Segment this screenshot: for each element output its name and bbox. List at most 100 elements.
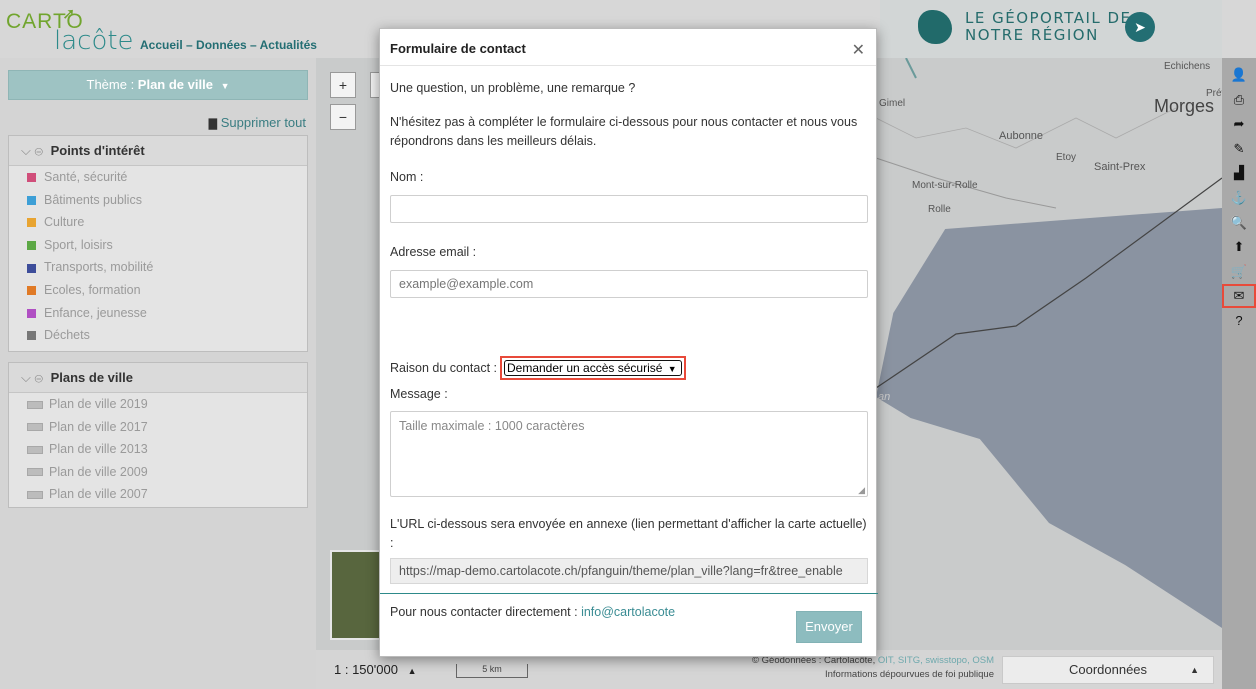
city-plan-layer-item[interactable]: Plan de ville 2009	[9, 461, 307, 484]
map-layer-icon	[27, 491, 43, 500]
map-layer-icon	[27, 423, 43, 432]
zoom-search-icon[interactable]: 🔍	[1222, 211, 1256, 235]
plans-group-title: Plans de ville	[50, 370, 133, 385]
url-field[interactable]: https://map-demo.cartolacote.ch/pfanguin…	[390, 558, 868, 584]
zoom-in-button[interactable]: +	[330, 72, 356, 98]
layer-color-icon	[27, 240, 36, 250]
portal-title-line1: LE GÉOPORTAIL DE	[965, 9, 1132, 27]
caret-down-icon: ▼	[220, 81, 230, 91]
print-icon[interactable]: ⎙	[1222, 88, 1256, 112]
poi-layer-item[interactable]: Ecoles, formation	[9, 279, 307, 302]
map-label-saint-prex: Saint-Prex	[1094, 161, 1146, 173]
leaf-icon: ➚	[62, 6, 76, 23]
basemap-thumbnail[interactable]	[330, 550, 382, 640]
city-plan-label: Plan de ville 2017	[49, 419, 148, 434]
name-label: Nom :	[390, 170, 424, 184]
cartolacote-logo[interactable]: CARTO ➚ lacôte	[6, 4, 146, 56]
scale-bar: 5 km	[456, 664, 528, 678]
help-icon[interactable]: ?	[1222, 309, 1256, 333]
chevron-down-icon: ⌵ ⊜	[21, 143, 43, 158]
map-label-lake-fragment: an	[878, 391, 891, 403]
contact-form-modal: Formulaire de contact ✕ Une question, un…	[379, 28, 878, 657]
caret-up-icon: ▲	[407, 666, 417, 676]
poi-group-header[interactable]: ⌵ ⊜ Points d'intérêt	[9, 136, 307, 166]
layer-color-icon	[27, 218, 36, 228]
user-icon[interactable]: 👤	[1222, 63, 1256, 87]
message-label: Message :	[390, 387, 448, 401]
map-label-gimel: Gimel	[879, 98, 906, 109]
city-plan-layer-item[interactable]: Plan de ville 2007	[9, 483, 307, 506]
zoom-out-button[interactable]: −	[330, 104, 356, 130]
intro-question: Une question, un problème, une remarque …	[390, 81, 636, 95]
scale-selector[interactable]: 1 : 150'000 ▲	[334, 662, 416, 677]
trash-icon: ▇	[208, 118, 218, 130]
resize-handle-icon[interactable]: ◢	[858, 485, 865, 496]
credits-line2: Informations dépourvues de foi publique	[824, 669, 994, 680]
map-credits: © Géodonnées : Cartolacôte, OIT, SITG, s…	[716, 654, 994, 682]
poi-layer-item[interactable]: Santé, sécurité	[9, 166, 307, 189]
draw-icon[interactable]: ✎	[1222, 137, 1256, 161]
poi-layer-label: Enfance, jeunesse	[44, 305, 147, 320]
compass-icon[interactable]: ➤	[1125, 12, 1155, 42]
layer-color-icon	[27, 263, 36, 273]
cart-icon[interactable]: 🛒	[1222, 260, 1256, 284]
city-plan-layer-item[interactable]: Plan de ville 2017	[9, 416, 307, 439]
close-icon[interactable]: ✕	[852, 40, 865, 60]
main-nav-links[interactable]: Accueil – Données – Actualités	[140, 38, 317, 52]
poi-layer-item[interactable]: Culture	[9, 211, 307, 234]
mail-icon[interactable]: ✉	[1222, 284, 1256, 309]
map-layer-icon	[27, 400, 43, 409]
poi-layer-item[interactable]: Transports, mobilité	[9, 256, 307, 279]
layer-color-icon	[27, 173, 36, 183]
delete-all-label: Supprimer tout	[220, 115, 306, 130]
map-label-echichens: Echichens	[1164, 61, 1211, 72]
delete-all-button[interactable]: ▇ Supprimer tout	[209, 115, 306, 130]
reason-select[interactable]: Demander un accès sécurisé ▼	[500, 356, 686, 380]
poi-layer-item[interactable]: Bâtiments publics	[9, 189, 307, 212]
theme-value: Plan de ville	[137, 77, 213, 92]
share-icon[interactable]: ➦	[1222, 112, 1256, 136]
send-button[interactable]: Envoyer	[796, 611, 862, 643]
credits-links[interactable]: OIT, SITG, swisstopo, OSM	[878, 655, 994, 666]
modal-title: Formulaire de contact	[390, 41, 526, 56]
name-field[interactable]	[390, 195, 868, 223]
poi-layer-item[interactable]: Sport, loisirs	[9, 234, 307, 257]
city-plan-layer-item[interactable]: Plan de ville 2019	[9, 393, 307, 416]
upload-icon[interactable]: ⬆	[1222, 235, 1256, 259]
reason-value: Demander un accès sécurisé	[507, 361, 663, 375]
city-plan-label: Plan de ville 2009	[49, 464, 148, 479]
theme-selector[interactable]: Thème : Plan de ville ▼	[8, 70, 308, 100]
portal-title-line2: NOTRE RÉGION	[965, 26, 1099, 44]
city-plan-layer-item[interactable]: Plan de ville 2013	[9, 438, 307, 461]
modal-body: Une question, un problème, une remarque …	[380, 67, 878, 619]
poi-layer-label: Bâtiments publics	[44, 192, 142, 207]
layer-color-icon	[27, 308, 36, 318]
poi-layer-label: Ecoles, formation	[44, 282, 141, 297]
poi-layer-label: Sport, loisirs	[44, 237, 113, 252]
poi-group-title: Points d'intérêt	[50, 143, 145, 158]
city-plan-label: Plan de ville 2007	[49, 487, 148, 502]
coordinates-label: Coordonnées	[1068, 662, 1148, 677]
message-textarea[interactable]: Taille maximale : 1000 caractères ◢	[390, 411, 868, 497]
poi-layer-group: ⌵ ⊜ Points d'intérêt Santé, sécurité Bâti…	[8, 135, 308, 352]
poi-layer-label: Culture	[44, 215, 85, 230]
plans-group-header[interactable]: ⌵ ⊜ Plans de ville	[9, 363, 307, 393]
map-label-etoy: Etoy	[1056, 152, 1077, 163]
poi-layer-label: Déchets	[44, 328, 90, 343]
anchor-icon[interactable]: ⚓	[1222, 186, 1256, 210]
poi-layer-item[interactable]: Déchets	[9, 324, 307, 347]
layer-color-icon	[27, 195, 36, 205]
layer-sidebar: Thème : Plan de ville ▼ ▇ Supprimer tout…	[0, 58, 316, 689]
map-layer-icon	[27, 468, 43, 477]
portal-banner: LE GÉOPORTAIL DE NOTRE RÉGION ➤	[880, 0, 1222, 58]
message-placeholder: Taille maximale : 1000 caractères	[399, 419, 585, 433]
layer-color-icon	[27, 286, 36, 296]
poi-layer-label: Santé, sécurité	[44, 170, 128, 184]
coordinates-selector[interactable]: Coordonnées ▲	[1002, 656, 1214, 684]
profile-icon[interactable]: ▟	[1222, 161, 1256, 185]
reason-label: Raison du contact :	[390, 361, 498, 375]
scale-value: 1 : 150'000	[334, 662, 398, 677]
email-field[interactable]	[390, 270, 868, 298]
theme-prefix: Thème :	[86, 77, 138, 92]
poi-layer-item[interactable]: Enfance, jeunesse	[9, 302, 307, 325]
